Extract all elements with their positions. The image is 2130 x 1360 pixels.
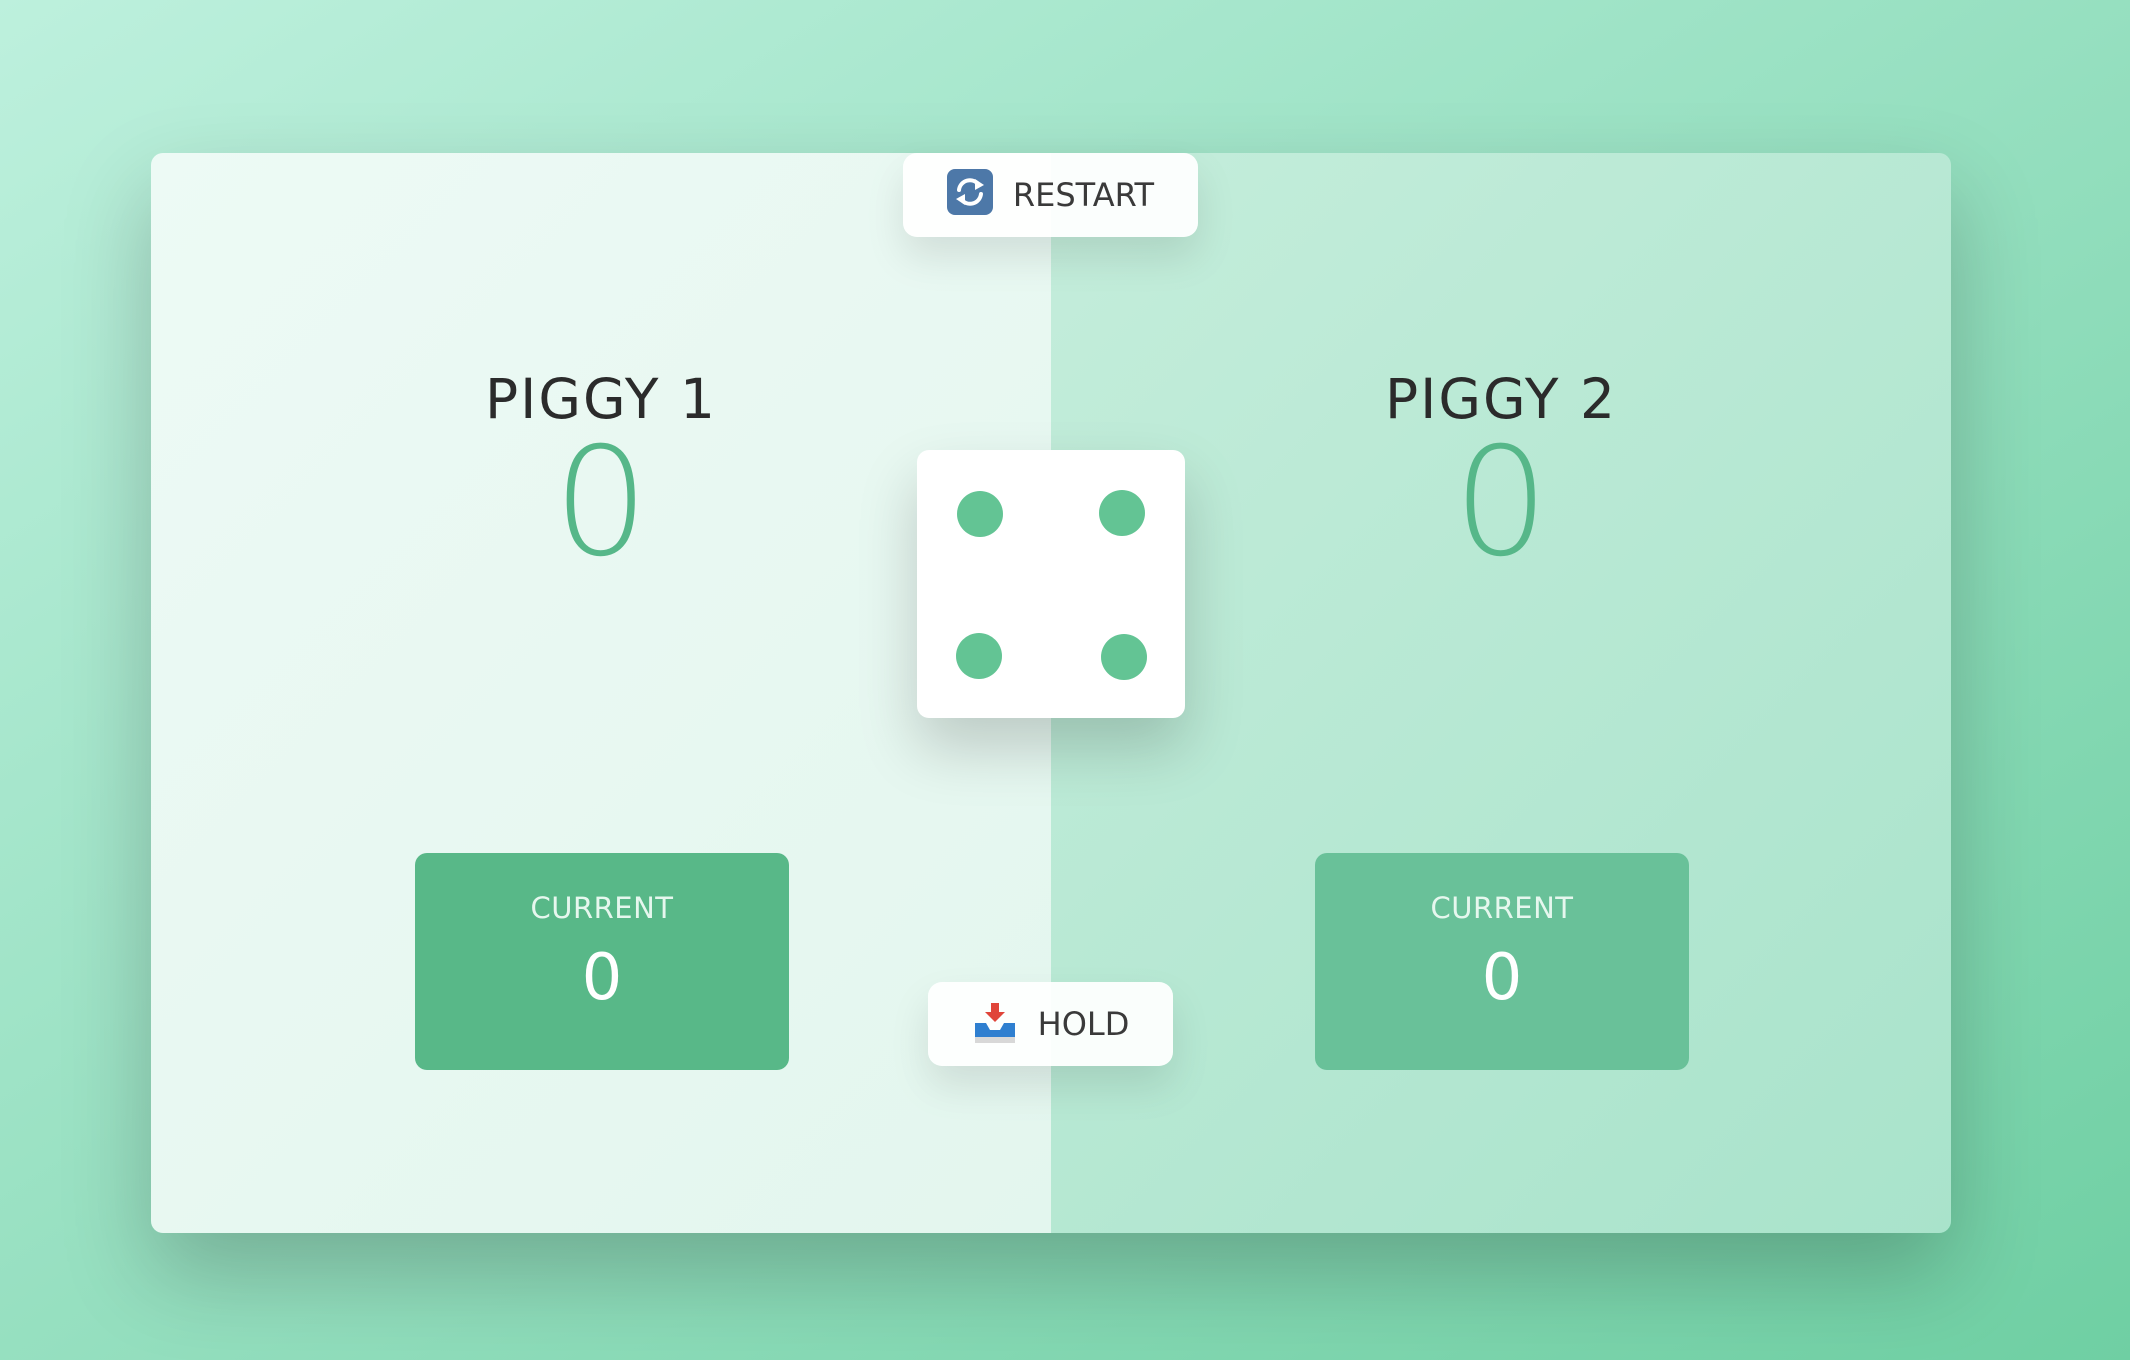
dice-pip: [1101, 634, 1147, 680]
player-2-score: 0: [1453, 416, 1549, 590]
player-2-current-score: 0: [1481, 941, 1523, 1015]
player-2-current-box: CURRENT 0: [1315, 853, 1689, 1070]
inbox-tray-icon: [972, 1001, 1018, 1047]
dice-pip: [957, 491, 1003, 537]
player-2-panel: PIGGY 2 0 CURRENT 0: [1051, 153, 1951, 1233]
dice-pip: [1099, 490, 1145, 536]
player-1-current-box: CURRENT 0: [415, 853, 789, 1070]
dice[interactable]: [917, 450, 1185, 718]
hold-button[interactable]: HOLD: [928, 982, 1173, 1066]
player-1-panel: PIGGY 1 0 CURRENT 0: [151, 153, 1051, 1233]
player-1-current-score: 0: [581, 941, 623, 1015]
dice-pip: [956, 633, 1002, 679]
player-1-score: 0: [553, 416, 649, 590]
restart-arrows-icon: [946, 169, 993, 215]
player-1-current-label: CURRENT: [530, 891, 674, 925]
restart-button[interactable]: RESTART: [903, 153, 1198, 237]
player-2-current-label: CURRENT: [1430, 891, 1574, 925]
restart-label: RESTART: [1012, 176, 1155, 214]
hold-label: HOLD: [1037, 1005, 1130, 1043]
